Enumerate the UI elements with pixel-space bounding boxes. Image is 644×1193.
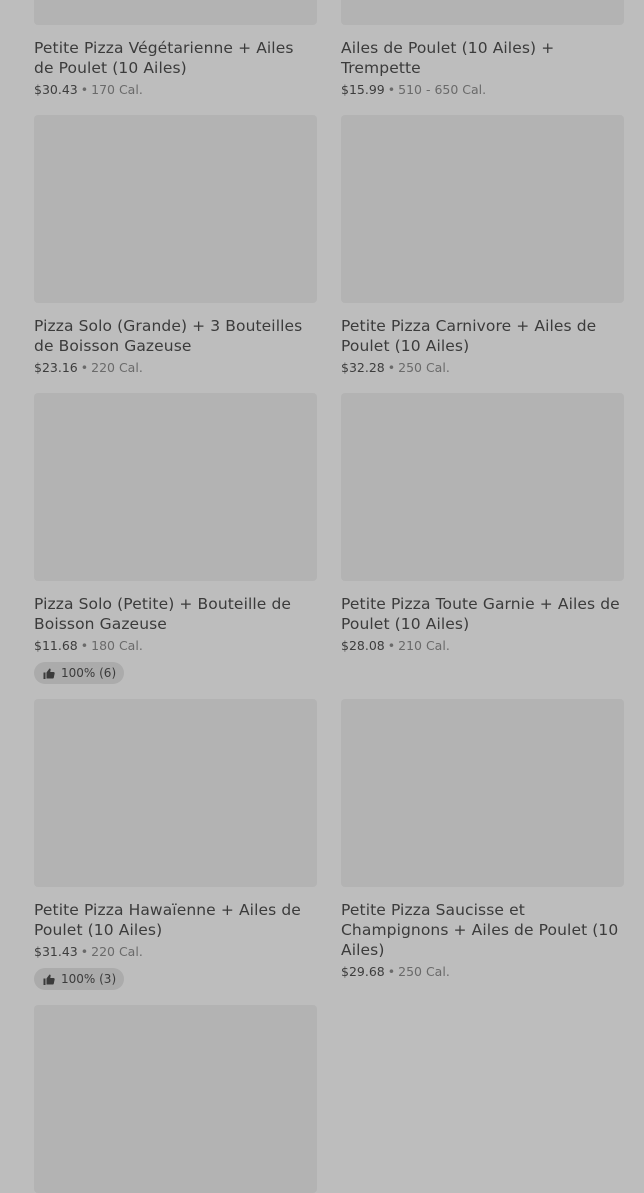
menu-item-card[interactable]: Petite Pizza Toute Garnie + Ailes de Pou… bbox=[341, 393, 624, 655]
menu-item-card[interactable]: Pizza Solo (Petite) + Bouteille de Boiss… bbox=[34, 393, 317, 684]
item-price: $23.16 bbox=[34, 360, 78, 375]
menu-item-card[interactable]: Petite Pizza Hawaïenne + Ailes de Poulet… bbox=[34, 699, 317, 990]
menu-item-card[interactable]: Petite Pizza Carnivore + Ailes de Poulet… bbox=[341, 115, 624, 377]
item-image bbox=[34, 699, 317, 887]
item-calories: 180 Cal. bbox=[91, 638, 143, 653]
item-price: $30.43 bbox=[34, 82, 78, 97]
item-image bbox=[34, 0, 317, 25]
item-name: Petite Pizza Saucisse et Champignons + A… bbox=[341, 901, 619, 959]
item-image bbox=[341, 393, 624, 581]
item-price: $29.68 bbox=[341, 964, 385, 979]
item-calories: 170 Cal. bbox=[91, 82, 143, 97]
separator-dot: • bbox=[80, 360, 89, 375]
menu-item-card[interactable]: Petite Pizza Végétarienne + Ailes de Pou… bbox=[34, 0, 317, 99]
item-image bbox=[341, 115, 624, 303]
rating-text: 100% (3) bbox=[61, 972, 117, 986]
item-name: Petite Pizza Toute Garnie + Ailes de Pou… bbox=[341, 595, 620, 633]
rating-text: 100% (6) bbox=[61, 666, 117, 680]
menu-item-card[interactable]: Petite Pizza Saucisse et Champignons + A… bbox=[341, 699, 624, 981]
item-name: Petite Pizza Carnivore + Ailes de Poulet… bbox=[341, 317, 597, 355]
separator-dot: • bbox=[80, 944, 89, 959]
item-name: Petite Pizza Hawaïenne + Ailes de Poulet… bbox=[34, 901, 301, 939]
item-name: Pizza Solo (Grande) + 3 Bouteilles de Bo… bbox=[34, 317, 303, 355]
separator-dot: • bbox=[387, 638, 396, 653]
thumbs-up-icon bbox=[43, 668, 55, 679]
separator-dot: • bbox=[80, 82, 89, 97]
separator-dot: • bbox=[387, 82, 396, 97]
item-price: $28.08 bbox=[341, 638, 385, 653]
item-image bbox=[34, 393, 317, 581]
item-price: $15.99 bbox=[341, 82, 385, 97]
item-calories: 210 Cal. bbox=[398, 638, 450, 653]
item-image bbox=[341, 699, 624, 887]
item-name: Petite Pizza Végétarienne + Ailes de Pou… bbox=[34, 39, 294, 77]
separator-dot: • bbox=[80, 638, 89, 653]
menu-item-card[interactable] bbox=[34, 1005, 317, 1193]
separator-dot: • bbox=[387, 360, 396, 375]
item-calories: 220 Cal. bbox=[91, 944, 143, 959]
item-price: $32.28 bbox=[341, 360, 385, 375]
item-calories: 250 Cal. bbox=[398, 360, 450, 375]
item-price: $31.43 bbox=[34, 944, 78, 959]
item-calories: 250 Cal. bbox=[398, 964, 450, 979]
thumbs-up-icon bbox=[43, 974, 55, 985]
rating-badge: 100% (6) bbox=[34, 662, 125, 684]
item-image bbox=[34, 1005, 317, 1193]
item-name: Pizza Solo (Petite) + Bouteille de Boiss… bbox=[34, 595, 292, 633]
separator-dot: • bbox=[387, 964, 396, 979]
menu-item-card[interactable]: Ailes de Poulet (10 Ailes) + Trempette $… bbox=[341, 0, 624, 99]
item-image bbox=[341, 0, 624, 25]
item-calories: 220 Cal. bbox=[91, 360, 143, 375]
item-price: $11.68 bbox=[34, 638, 78, 653]
rating-badge: 100% (3) bbox=[34, 968, 125, 990]
item-name: Ailes de Poulet (10 Ailes) + Trempette bbox=[341, 39, 555, 77]
item-calories: 510 - 650 Cal. bbox=[398, 82, 487, 97]
menu-item-card[interactable]: Pizza Solo (Grande) + 3 Bouteilles de Bo… bbox=[34, 115, 317, 377]
item-image bbox=[34, 115, 317, 303]
